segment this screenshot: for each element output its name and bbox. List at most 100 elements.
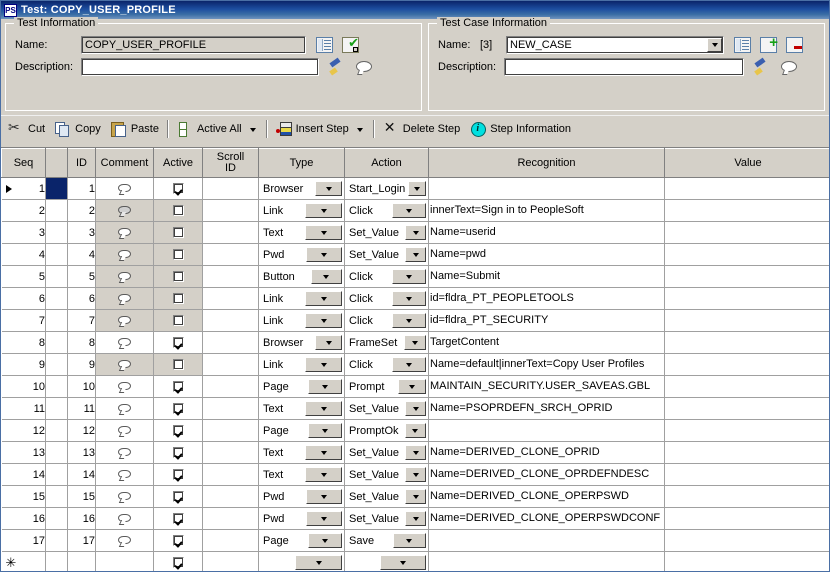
cell-value[interactable] (664, 353, 829, 376)
cell-scroll-id[interactable] (202, 441, 259, 464)
step-information-button[interactable]: Step Information (465, 118, 576, 140)
cell-scroll-id[interactable] (202, 221, 259, 244)
cell-recognition[interactable]: Name=DERIVED_CLONE_OPRDEFNDESC (428, 463, 665, 486)
cell-id[interactable] (67, 551, 96, 571)
cell-id[interactable]: 6 (67, 287, 96, 310)
chevron-down-icon[interactable] (307, 379, 343, 394)
chevron-down-icon[interactable] (391, 357, 426, 372)
cell-value[interactable] (664, 265, 829, 288)
details-icon[interactable] (316, 37, 333, 53)
cell-recognition[interactable]: id=fldra_PT_SECURITY (428, 309, 665, 332)
cell-type[interactable]: Text (258, 463, 345, 486)
cell-row-marker[interactable] (45, 397, 68, 420)
cell-action[interactable]: Set_Value (344, 221, 429, 244)
cell-type[interactable]: Pwd (258, 485, 345, 508)
cell-row-marker[interactable] (45, 265, 68, 288)
cell-type[interactable]: Text (258, 397, 345, 420)
cell-type[interactable] (258, 551, 345, 571)
cell-type[interactable]: Text (258, 441, 345, 464)
column-header-active[interactable]: Active (153, 148, 203, 178)
cell-value[interactable] (664, 441, 829, 464)
comment-bubble-icon[interactable] (118, 315, 131, 327)
cell-scroll-id[interactable] (202, 353, 259, 376)
chevron-down-icon[interactable] (305, 203, 342, 218)
chevron-down-icon[interactable] (408, 181, 427, 196)
table-row[interactable]: 5 5 Button Click Name=Submit (1, 265, 829, 288)
cell-value[interactable] (664, 375, 829, 398)
chevron-down-icon[interactable] (391, 269, 426, 284)
cell-type[interactable]: Text (258, 221, 345, 244)
chevron-down-icon[interactable] (404, 511, 427, 526)
cell-active[interactable] (153, 463, 203, 486)
cell-recognition[interactable] (428, 551, 665, 571)
chevron-down-icon[interactable] (404, 247, 427, 262)
cell-recognition[interactable]: Name=Submit (428, 265, 665, 288)
cell-row-marker[interactable] (45, 309, 68, 332)
active-checkbox[interactable] (172, 205, 184, 217)
cell-type[interactable]: Page (258, 375, 345, 398)
cell-id[interactable]: 16 (67, 507, 96, 530)
cell-row-marker[interactable] (45, 243, 68, 266)
comment-bubble-icon[interactable] (118, 381, 131, 393)
cell-id[interactable]: 5 (67, 265, 96, 288)
cell-active[interactable] (153, 331, 203, 354)
comment-bubble-icon[interactable] (118, 425, 131, 437)
cell-action[interactable]: FrameSet (344, 331, 429, 354)
chevron-down-icon[interactable] (391, 291, 426, 306)
comment-bubble-icon[interactable] (118, 227, 131, 239)
cell-seq[interactable]: 5 (1, 265, 46, 288)
cell-row-marker[interactable] (45, 507, 68, 530)
chevron-down-icon[interactable] (305, 291, 342, 306)
active-checkbox[interactable] (172, 425, 184, 437)
cell-seq[interactable]: 16 (1, 507, 46, 530)
test-description-field[interactable] (81, 58, 319, 76)
cell-comment[interactable] (95, 485, 154, 508)
table-row[interactable]: 17 17 Page Save (1, 529, 829, 552)
cell-value[interactable] (664, 177, 829, 200)
active-checkbox[interactable] (172, 491, 184, 503)
cell-active[interactable] (153, 287, 203, 310)
column-header-value[interactable]: Value (664, 148, 829, 178)
chevron-down-icon[interactable] (305, 445, 342, 460)
cell-comment[interactable] (95, 375, 154, 398)
cell-row-marker[interactable] (45, 177, 68, 200)
cell-comment[interactable] (95, 441, 154, 464)
chevron-down-icon[interactable] (397, 379, 426, 394)
cell-type[interactable]: Browser (258, 177, 345, 200)
cell-action[interactable]: Set_Value (344, 397, 429, 420)
cell-comment[interactable] (95, 331, 154, 354)
cell-row-marker[interactable] (45, 375, 68, 398)
cell-value[interactable] (664, 551, 829, 571)
cell-recognition[interactable]: Name=userid (428, 221, 665, 244)
cell-scroll-id[interactable] (202, 375, 259, 398)
comment-bubble-icon[interactable] (118, 337, 131, 349)
delete-step-button[interactable]: Delete Step (378, 118, 465, 140)
chevron-down-icon[interactable] (391, 313, 426, 328)
chevron-down-icon[interactable] (404, 423, 427, 438)
cell-scroll-id[interactable] (202, 507, 259, 530)
case-name-combo[interactable]: NEW_CASE (506, 36, 724, 54)
cell-active[interactable] (153, 551, 203, 571)
cell-id[interactable]: 2 (67, 199, 96, 222)
cell-action[interactable]: Start_Login (344, 177, 429, 200)
cell-comment[interactable] (95, 507, 154, 530)
cell-recognition[interactable] (428, 529, 665, 552)
chevron-down-icon[interactable] (310, 269, 342, 284)
cell-scroll-id[interactable] (202, 287, 259, 310)
cell-scroll-id[interactable] (202, 177, 259, 200)
cell-active[interactable] (153, 199, 203, 222)
table-row[interactable]: 15 15 Pwd Set_Value Name=DERIVED_CLONE_OPERP… (1, 485, 829, 508)
cell-recognition[interactable] (428, 419, 665, 442)
cell-value[interactable] (664, 331, 829, 354)
cell-value[interactable] (664, 419, 829, 442)
cell-type[interactable]: Pwd (258, 507, 345, 530)
cell-comment[interactable] (95, 265, 154, 288)
cell-action[interactable]: Set_Value (344, 463, 429, 486)
cell-type[interactable]: Page (258, 529, 345, 552)
cell-active[interactable] (153, 265, 203, 288)
cell-action[interactable] (344, 551, 429, 571)
cell-action[interactable]: Click (344, 309, 429, 332)
cell-value[interactable] (664, 485, 829, 508)
active-checkbox[interactable] (172, 227, 184, 239)
comment-bubble-icon[interactable] (118, 491, 131, 503)
